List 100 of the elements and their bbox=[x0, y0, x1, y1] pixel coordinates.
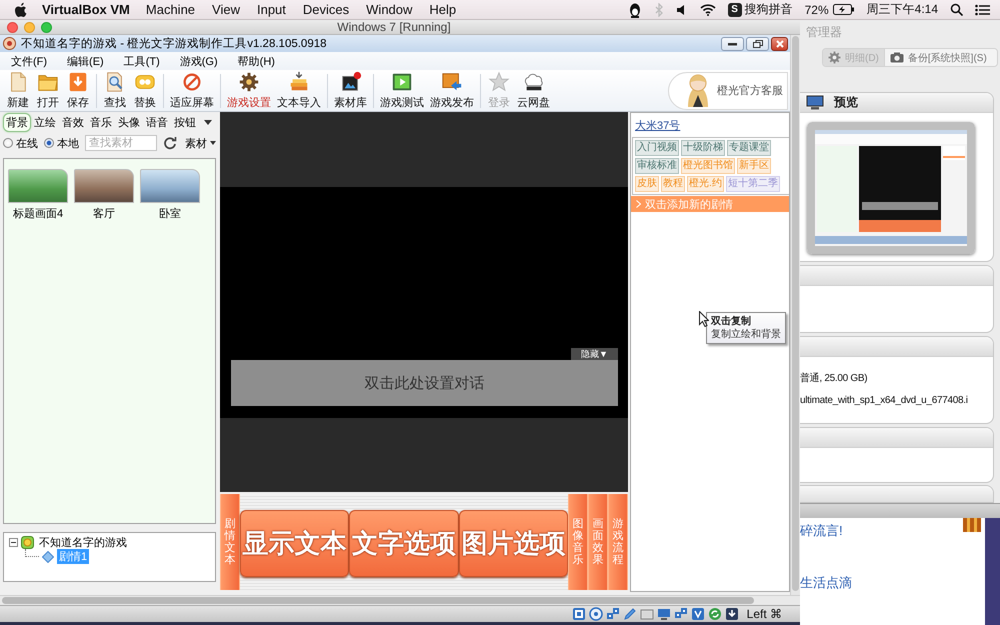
menu-icon[interactable] bbox=[975, 4, 990, 16]
pencil-icon bbox=[622, 607, 637, 621]
toolbar-button[interactable]: 适应屏幕 bbox=[167, 71, 217, 110]
chevron-icon bbox=[636, 200, 641, 208]
scrollbar[interactable] bbox=[0, 595, 800, 605]
service-label: 橙光官方客服 bbox=[717, 84, 783, 98]
search-icon[interactable] bbox=[950, 3, 963, 16]
tab[interactable]: 立绘 bbox=[31, 112, 59, 132]
menu-item[interactable]: Devices bbox=[302, 2, 350, 17]
minimize-icon bbox=[728, 42, 737, 46]
menu-item[interactable]: Input bbox=[256, 2, 286, 17]
menu-item[interactable]: Help bbox=[429, 2, 456, 17]
network-icon bbox=[674, 607, 688, 621]
asset-name: 卧室 bbox=[159, 206, 181, 221]
segment-button[interactable]: 备份[系统快照](S) bbox=[884, 49, 997, 66]
panel-title: 预览 bbox=[834, 94, 858, 111]
restore-button[interactable] bbox=[746, 36, 769, 50]
scrollbar-thumb[interactable] bbox=[2, 597, 754, 604]
camera-icon bbox=[890, 52, 904, 63]
cloud-icon bbox=[522, 71, 544, 93]
tab[interactable]: 音效 bbox=[59, 112, 87, 132]
gear-icon bbox=[828, 51, 841, 64]
menu-item[interactable]: View bbox=[212, 2, 240, 17]
menu-item[interactable]: 游戏(G) bbox=[180, 54, 218, 68]
folder-icon bbox=[640, 607, 654, 621]
toolbar-button[interactable]: 查找 bbox=[100, 71, 130, 110]
menu-item[interactable]: 帮助(H) bbox=[238, 54, 275, 68]
tooltip-title: 双击复制 bbox=[711, 315, 752, 328]
menu-item[interactable]: Machine bbox=[146, 2, 196, 17]
toolbar-button[interactable]: 替换 bbox=[130, 71, 160, 110]
tag-link[interactable]: 专题课堂 bbox=[727, 140, 771, 156]
toolbar-button[interactable]: 素材库 bbox=[331, 71, 370, 110]
page-link[interactable]: 生活点滴 bbox=[800, 575, 852, 590]
toolbar-button[interactable]: 打开 bbox=[33, 71, 63, 110]
tab[interactable]: 按钮 bbox=[171, 112, 199, 132]
gear-icon bbox=[238, 71, 260, 93]
diamond-icon bbox=[42, 550, 54, 562]
apple-icon[interactable] bbox=[14, 2, 28, 18]
input-method-label[interactable]: 搜狗拼音 bbox=[744, 1, 793, 18]
user-link[interactable]: 大米37号 bbox=[635, 120, 680, 132]
collapse-icon[interactable] bbox=[9, 538, 18, 547]
monitor-arrow-icon bbox=[441, 71, 463, 93]
radio-option[interactable]: 本地 bbox=[44, 136, 79, 150]
tag-link[interactable]: 入门视频 bbox=[635, 140, 679, 156]
caret-icon[interactable] bbox=[204, 120, 212, 124]
toolbar-button[interactable]: 文本导入 bbox=[274, 71, 324, 110]
tag-link[interactable]: 十级阶梯 bbox=[681, 140, 725, 156]
search-field[interactable]: 查找素材 bbox=[85, 135, 157, 151]
photo-placeholder[interactable] bbox=[140, 169, 200, 203]
penguin-icon[interactable] bbox=[628, 2, 642, 18]
toolbar-button[interactable]: 云网盘 bbox=[514, 71, 553, 110]
page-link[interactable]: 碎流言! bbox=[800, 523, 843, 538]
tile-icon bbox=[690, 607, 705, 621]
toolbar-button[interactable]: 保存 bbox=[63, 71, 93, 110]
host-key-label: Left ⌘ bbox=[746, 607, 782, 621]
tab[interactable]: 语音 bbox=[143, 112, 171, 132]
window-title: Windows 7 [Running] bbox=[336, 20, 452, 34]
app-menu[interactable]: VirtualBox VM bbox=[42, 2, 130, 17]
close-button[interactable] bbox=[771, 36, 788, 50]
menu-item[interactable]: 编辑(E) bbox=[67, 54, 104, 68]
menu-item[interactable]: Window bbox=[366, 2, 412, 17]
menu-item[interactable]: 工具(T) bbox=[124, 54, 160, 68]
asset-dropdown[interactable]: 素材 bbox=[185, 136, 216, 150]
toolbar-button[interactable]: 游戏发布 bbox=[427, 71, 477, 110]
tab[interactable]: 头像 bbox=[115, 112, 143, 132]
input-method-logo[interactable]: S bbox=[728, 2, 742, 16]
dialog-box[interactable]: 双击此处设置对话 bbox=[231, 360, 618, 406]
disc-icon bbox=[588, 607, 603, 621]
download-icon bbox=[724, 607, 739, 621]
detail-text: ultimate_with_sp1_x64_dvd_u_677408.i bbox=[800, 395, 968, 406]
restore-icon bbox=[752, 40, 762, 48]
zoom-button[interactable] bbox=[41, 22, 52, 32]
tab[interactable]: 背景 bbox=[3, 112, 31, 132]
photo-placeholder[interactable] bbox=[74, 169, 134, 203]
battery-icon[interactable] bbox=[832, 4, 855, 15]
clock[interactable]: 周三下午4:14 bbox=[866, 1, 938, 18]
window-title: 不知道名字的游戏 - 橙光文字游戏制作工具v1.28.105.0918 bbox=[21, 36, 328, 51]
detail-text: 普通, 25.00 GB) bbox=[800, 373, 868, 384]
tag-link[interactable]: 审核标准 bbox=[635, 158, 679, 174]
radio-option[interactable]: 在线 bbox=[3, 136, 38, 150]
toolbar-button[interactable]: 游戏测试 bbox=[377, 71, 427, 110]
hide-tab[interactable]: 隐藏▼ bbox=[571, 348, 618, 360]
tab[interactable]: 音乐 bbox=[87, 112, 115, 132]
tree-item[interactable]: 不知道名字的游戏 bbox=[37, 535, 129, 550]
cursor-icon bbox=[699, 311, 709, 327]
monitor-icon bbox=[656, 607, 671, 621]
picture-icon bbox=[340, 71, 362, 93]
toolbar-button[interactable]: 游戏设置 bbox=[224, 71, 274, 110]
app-icon bbox=[3, 37, 16, 50]
scrollbar[interactable] bbox=[790, 35, 800, 595]
scrollbar-thumb[interactable] bbox=[792, 36, 799, 591]
service-button[interactable]: 橙光官方客服 bbox=[668, 72, 788, 110]
wifi-icon[interactable] bbox=[700, 4, 716, 16]
book-stack-icon bbox=[288, 71, 310, 93]
circle-slash-icon bbox=[181, 71, 203, 93]
menu-item[interactable]: 文件(F) bbox=[11, 54, 48, 68]
toolbar-button[interactable]: 新建 bbox=[3, 71, 33, 110]
refresh-icon[interactable] bbox=[163, 136, 177, 150]
minimize-button[interactable] bbox=[721, 36, 744, 50]
photo-placeholder[interactable] bbox=[8, 169, 68, 203]
